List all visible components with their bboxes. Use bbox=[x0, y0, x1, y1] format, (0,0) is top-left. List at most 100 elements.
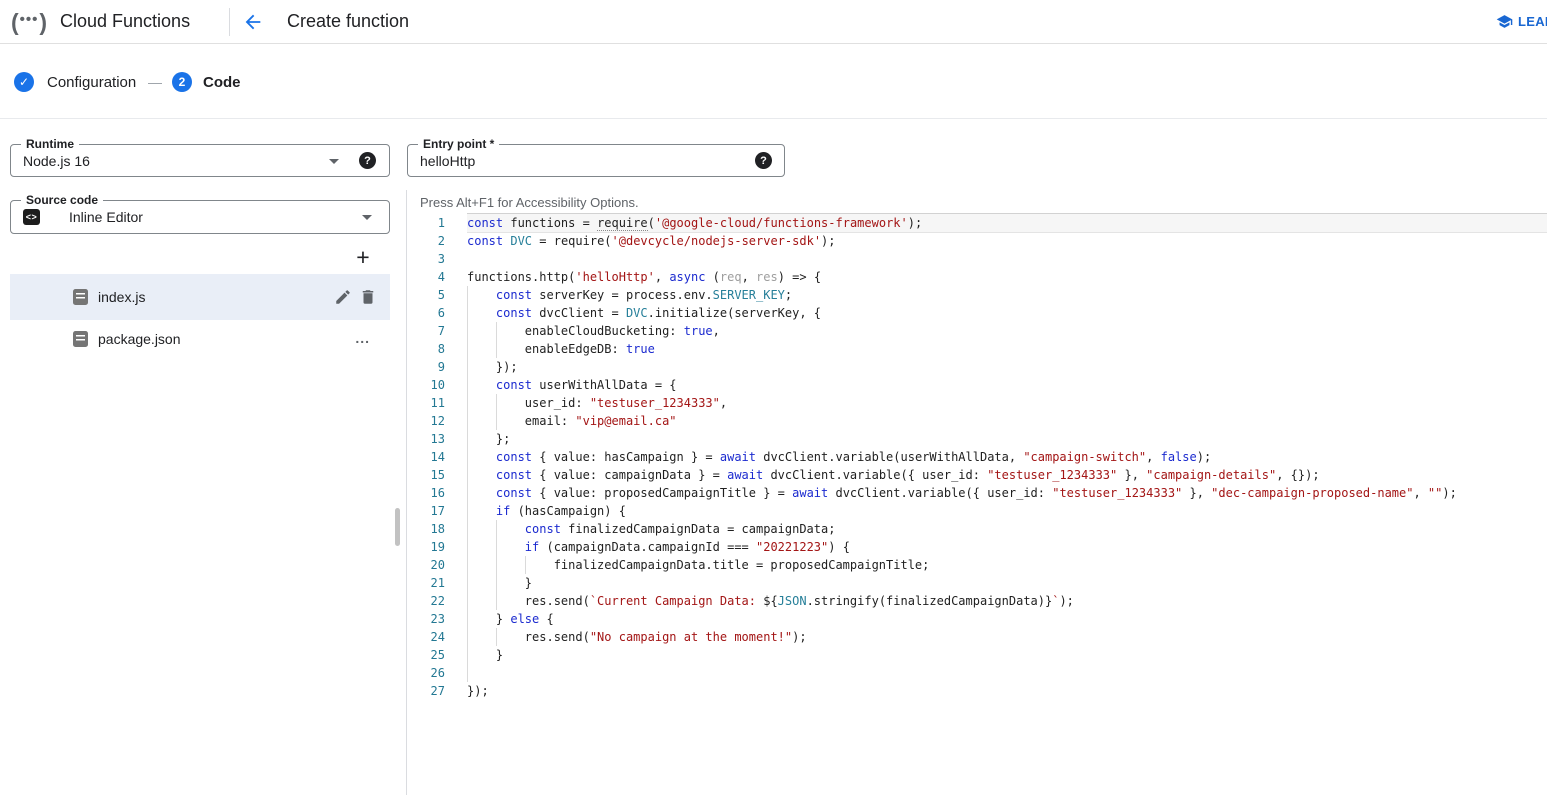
add-file-button[interactable]: + bbox=[350, 244, 376, 270]
code-line[interactable]: 12 email: "vip@email.ca" bbox=[420, 412, 1547, 430]
code-line-content[interactable]: const { value: hasCampaign } = await dvc… bbox=[467, 448, 1547, 466]
file-more-button[interactable]: ... bbox=[355, 330, 370, 346]
code-line-content[interactable]: const finalizedCampaignData = campaignDa… bbox=[467, 520, 1547, 538]
line-number: 9 bbox=[420, 358, 445, 376]
code-line[interactable]: 5 const serverKey = process.env.SERVER_K… bbox=[420, 286, 1547, 304]
indent-guide bbox=[496, 628, 497, 646]
code-line[interactable]: 2 const DVC = require('@devcycle/nodejs-s… bbox=[420, 232, 1547, 250]
step-code-label: Code bbox=[203, 74, 241, 91]
file-item-index.js[interactable]: index.js bbox=[10, 274, 390, 320]
indent-guide bbox=[467, 322, 468, 340]
code-line-content[interactable]: const { value: proposedCampaignTitle } =… bbox=[467, 484, 1547, 502]
stepper: ✓ Configuration — 2 Code bbox=[0, 44, 1547, 119]
line-number: 1 bbox=[420, 214, 445, 232]
panel-divider bbox=[406, 190, 407, 795]
code-line[interactable]: 11 user_id: "testuser_1234333", bbox=[420, 394, 1547, 412]
code-line-content[interactable]: } bbox=[467, 574, 1547, 592]
code-line-content[interactable]: enableCloudBucketing: true, bbox=[467, 322, 1547, 340]
code-line-content[interactable]: const DVC = require('@devcycle/nodejs-se… bbox=[467, 232, 1547, 250]
code-line[interactable]: 26 bbox=[420, 664, 1547, 682]
code-line-content[interactable]: const userWithAllData = { bbox=[467, 376, 1547, 394]
edit-file-button[interactable] bbox=[334, 288, 352, 306]
indent-guide bbox=[467, 556, 468, 574]
line-number: 17 bbox=[420, 502, 445, 520]
code-editor[interactable]: 1 const functions = require('@google-clou… bbox=[420, 214, 1547, 700]
entry-point-field: Entry point * ? bbox=[407, 144, 785, 177]
code-line-content[interactable]: const serverKey = process.env.SERVER_KEY… bbox=[467, 286, 1547, 304]
line-number: 26 bbox=[420, 664, 445, 682]
code-line-content[interactable]: }; bbox=[467, 430, 1547, 448]
code-line[interactable]: 23 } else { bbox=[420, 610, 1547, 628]
runtime-help-icon[interactable]: ? bbox=[359, 152, 376, 169]
step-configuration[interactable]: ✓ Configuration bbox=[14, 72, 136, 92]
indent-guide bbox=[467, 538, 468, 556]
delete-file-button[interactable] bbox=[359, 288, 377, 306]
code-line-content[interactable]: } bbox=[467, 646, 1547, 664]
entry-point-input[interactable] bbox=[420, 146, 720, 175]
code-line[interactable]: 7 enableCloudBucketing: true, bbox=[420, 322, 1547, 340]
code-line-content[interactable]: const { value: campaignData } = await dv… bbox=[467, 466, 1547, 484]
learn-label: LEARN bbox=[1518, 14, 1547, 29]
code-line-content[interactable]: enableEdgeDB: true bbox=[467, 340, 1547, 358]
code-line[interactable]: 17 if (hasCampaign) { bbox=[420, 502, 1547, 520]
step-code[interactable]: 2 Code bbox=[172, 72, 241, 92]
code-line[interactable]: 16 const { value: proposedCampaignTitle … bbox=[420, 484, 1547, 502]
code-line-content[interactable]: finalizedCampaignData.title = proposedCa… bbox=[467, 556, 1547, 574]
code-line[interactable]: 18 const finalizedCampaignData = campaig… bbox=[420, 520, 1547, 538]
indent-guide bbox=[496, 556, 497, 574]
indent-guide bbox=[467, 520, 468, 538]
code-line[interactable]: 3 bbox=[420, 250, 1547, 268]
code-line-content[interactable]: functions.http('helloHttp', async (req, … bbox=[467, 268, 1547, 286]
code-line[interactable]: 4 functions.http('helloHttp', async (req,… bbox=[420, 268, 1547, 286]
code-line[interactable]: 1 const functions = require('@google-clou… bbox=[420, 214, 1547, 232]
indent-guide bbox=[467, 412, 468, 430]
code-line-content[interactable]: res.send("No campaign at the moment!"); bbox=[467, 628, 1547, 646]
code-line[interactable]: 20 finalizedCampaignData.title = propose… bbox=[420, 556, 1547, 574]
chevron-down-icon bbox=[362, 215, 372, 220]
indent-guide bbox=[467, 592, 468, 610]
code-line[interactable]: 22 res.send(`Current Campaign Data: ${JS… bbox=[420, 592, 1547, 610]
code-line-content[interactable]: const functions = require('@google-cloud… bbox=[467, 214, 1547, 232]
code-line-content[interactable]: } else { bbox=[467, 610, 1547, 628]
code-line[interactable]: 14 const { value: hasCampaign } = await … bbox=[420, 448, 1547, 466]
code-line[interactable]: 19 if (campaignData.campaignId === "2022… bbox=[420, 538, 1547, 556]
line-number: 3 bbox=[420, 250, 445, 268]
runtime-select[interactable]: Runtime Node.js 16 ? bbox=[10, 144, 390, 177]
code-line[interactable]: 13 }; bbox=[420, 430, 1547, 448]
code-line-content[interactable] bbox=[467, 250, 1547, 268]
code-line-content[interactable]: const dvcClient = DVC.initialize(serverK… bbox=[467, 304, 1547, 322]
code-line[interactable]: 8 enableEdgeDB: true bbox=[420, 340, 1547, 358]
code-line[interactable]: 15 const { value: campaignData } = await… bbox=[420, 466, 1547, 484]
file-icon bbox=[73, 331, 88, 347]
code-line-content[interactable]: email: "vip@email.ca" bbox=[467, 412, 1547, 430]
page-title: Create function bbox=[287, 11, 409, 32]
panel-scrollbar[interactable] bbox=[395, 508, 400, 546]
line-number: 16 bbox=[420, 484, 445, 502]
code-line-content[interactable]: }); bbox=[467, 682, 1547, 700]
code-line-content[interactable]: }); bbox=[467, 358, 1547, 376]
learn-link[interactable]: LEARN bbox=[1496, 13, 1547, 30]
code-line-content[interactable]: if (campaignData.campaignId === "2022122… bbox=[467, 538, 1547, 556]
file-name: index.js bbox=[98, 289, 145, 305]
code-line[interactable]: 6 const dvcClient = DVC.initialize(serve… bbox=[420, 304, 1547, 322]
code-line-content[interactable]: user_id: "testuser_1234333", bbox=[467, 394, 1547, 412]
indent-guide bbox=[467, 304, 468, 322]
back-button[interactable] bbox=[242, 11, 264, 33]
line-number: 2 bbox=[420, 232, 445, 250]
code-line[interactable]: 9 }); bbox=[420, 358, 1547, 376]
line-number: 4 bbox=[420, 268, 445, 286]
file-item-package.json[interactable]: package.json... bbox=[10, 320, 390, 358]
code-line[interactable]: 24 res.send("No campaign at the moment!"… bbox=[420, 628, 1547, 646]
line-number: 7 bbox=[420, 322, 445, 340]
indent-guide bbox=[467, 394, 468, 412]
code-line-content[interactable]: if (hasCampaign) { bbox=[467, 502, 1547, 520]
source-code-select[interactable]: Source code <> Inline Editor bbox=[10, 200, 390, 234]
code-line[interactable]: 27}); bbox=[420, 682, 1547, 700]
code-line[interactable]: 21 } bbox=[420, 574, 1547, 592]
code-line-content[interactable] bbox=[467, 664, 1547, 682]
code-line[interactable]: 10 const userWithAllData = { bbox=[420, 376, 1547, 394]
code-line-content[interactable]: res.send(`Current Campaign Data: ${JSON.… bbox=[467, 592, 1547, 610]
code-line[interactable]: 25 } bbox=[420, 646, 1547, 664]
indent-guide bbox=[467, 484, 468, 502]
entry-point-help-icon[interactable]: ? bbox=[755, 152, 772, 169]
